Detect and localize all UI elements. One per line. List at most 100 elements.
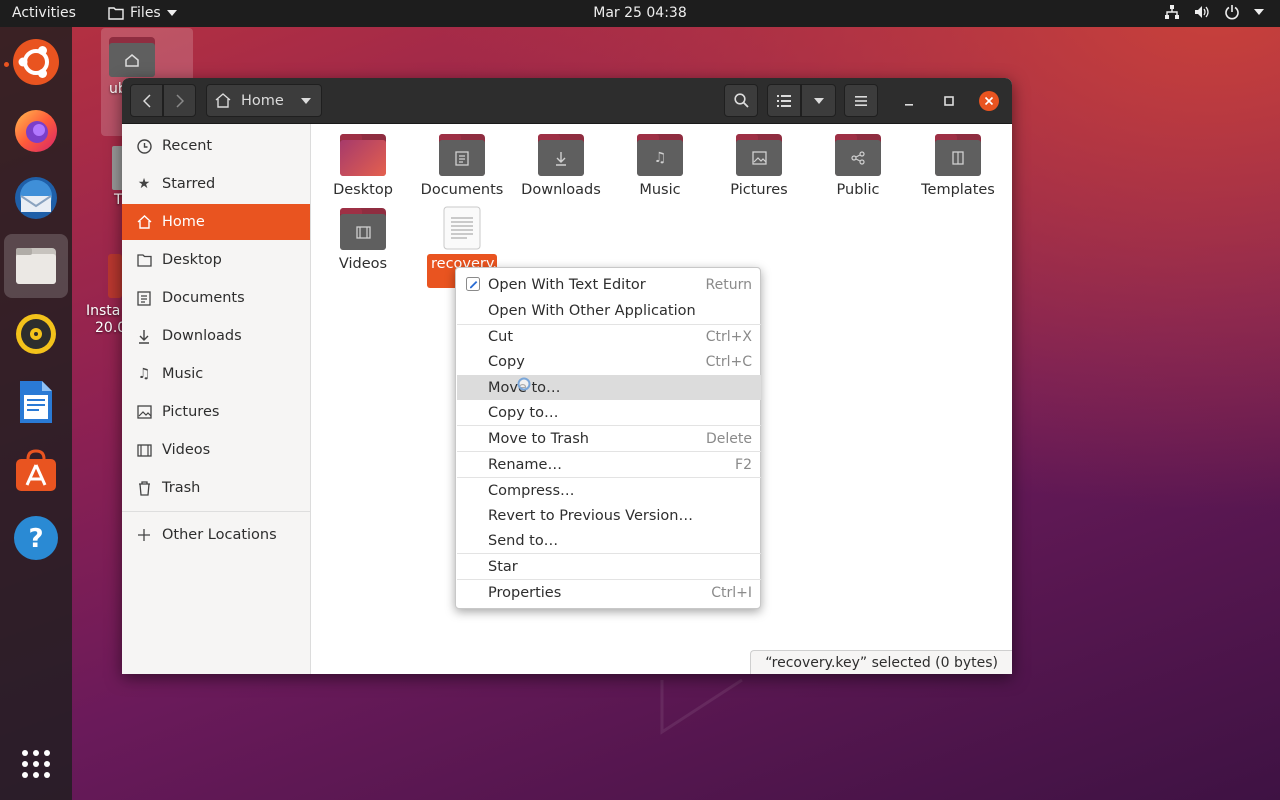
menu-item-copy-to[interactable]: Copy to… [457, 400, 761, 425]
menu-item-cut[interactable]: Cut Ctrl+X [457, 324, 761, 349]
menu-item-label: Star [488, 558, 518, 575]
back-button[interactable] [130, 84, 163, 117]
dock-show-applications[interactable] [4, 732, 68, 796]
view-list-button[interactable] [767, 84, 801, 117]
sidebar-item-home[interactable]: Home [122, 204, 310, 240]
thunderbird-icon [15, 177, 57, 219]
sidebar-item-downloads[interactable]: Downloads [122, 318, 310, 354]
volume-icon [1195, 6, 1209, 18]
wallpaper-decoration [660, 678, 743, 735]
firefox-icon [15, 110, 57, 152]
sidebar-item-pictures[interactable]: Pictures [122, 394, 310, 430]
maximize-button[interactable] [932, 84, 965, 117]
dock-ubuntu-software[interactable] [4, 438, 68, 502]
menu-item-open-with-other-application[interactable]: Open With Other Application [457, 298, 761, 323]
menu-item-label: Move to Trash [488, 430, 589, 447]
path-label: Home [241, 92, 284, 109]
chevron-down-icon [813, 97, 824, 104]
software-center-icon [16, 449, 56, 491]
file-item-videos[interactable]: Videos [315, 208, 411, 272]
chevron-right-icon [175, 93, 184, 108]
power-icon [1225, 5, 1239, 20]
sidebar-item-label: Desktop [162, 252, 222, 268]
file-name: Pictures [730, 182, 788, 198]
document-icon [136, 290, 152, 306]
forward-button[interactable] [163, 84, 196, 117]
sidebar-item-other-locations[interactable]: Other Locations [122, 517, 310, 553]
video-icon [136, 442, 152, 458]
header-bar: Home [122, 78, 1012, 124]
sidebar-item-documents[interactable]: Documents [122, 280, 310, 316]
help-icon: ? [14, 516, 58, 560]
minimize-icon [904, 103, 913, 106]
search-icon [733, 93, 749, 108]
menu-item-properties[interactable]: Properties Ctrl+I [457, 580, 761, 605]
sidebar-item-recent[interactable]: Recent [122, 128, 310, 164]
file-item-downloads[interactable]: Downloads [513, 134, 609, 198]
view-options-button[interactable] [801, 84, 836, 117]
text-file-icon [443, 206, 481, 250]
sidebar-item-label: Other Locations [162, 527, 277, 543]
menu-item-move-to[interactable]: Move to… [457, 375, 761, 400]
menu-item-copy[interactable]: Copy Ctrl+C [457, 349, 761, 374]
files-app-icon [108, 7, 124, 20]
sidebar-item-label: Recent [162, 138, 213, 154]
home-folder-icon [109, 37, 155, 77]
app-menu[interactable]: Files [108, 5, 177, 21]
dock-libreoffice-writer[interactable] [4, 370, 68, 434]
dock-rhythmbox[interactable] [4, 302, 68, 366]
close-button[interactable] [972, 84, 1005, 117]
main-menu-button[interactable] [844, 84, 878, 117]
sidebar-item-trash[interactable]: Trash [122, 470, 310, 506]
desktop-folder-icon [340, 134, 386, 176]
menu-item-accel: Return [705, 276, 752, 293]
menu-item-revert-to-previous-version[interactable]: Revert to Previous Version… [457, 503, 761, 528]
menu-item-compress[interactable]: Compress… [457, 478, 761, 503]
file-item-music[interactable]: ♫ Music [612, 134, 708, 198]
menu-item-accel: Ctrl+C [705, 353, 752, 370]
plus-icon [136, 527, 152, 543]
dock-thunderbird[interactable] [4, 166, 68, 230]
file-name: Documents [420, 182, 504, 198]
sidebar-item-label: Downloads [162, 328, 242, 344]
menu-item-send-to[interactable]: Send to… [457, 528, 761, 553]
dock-help[interactable]: ? [4, 506, 68, 570]
activities-button[interactable]: Activities [12, 5, 76, 21]
maximize-icon [943, 95, 954, 106]
sidebar-item-desktop[interactable]: Desktop [122, 242, 310, 278]
dock-firefox[interactable] [4, 98, 68, 162]
minimize-button[interactable] [892, 84, 925, 117]
clock[interactable]: Mar 25 04:38 [593, 5, 686, 21]
system-status-area[interactable] [1164, 4, 1264, 20]
sidebar-item-starred[interactable]: ★ Starred [122, 166, 310, 202]
search-button[interactable] [724, 84, 758, 117]
sidebar-item-label: Trash [162, 480, 201, 496]
music-icon: ♫ [137, 366, 151, 382]
status-bar: “recovery.key” selected (0 bytes) [750, 650, 1012, 674]
installer-icon [108, 254, 122, 298]
file-item-public[interactable]: Public [810, 134, 906, 198]
close-icon [978, 90, 999, 111]
desktop-installer[interactable]: Insta 20.0 [86, 254, 126, 338]
dock-files[interactable] [4, 234, 68, 298]
menu-item-label: Compress… [488, 482, 575, 499]
chevron-down-icon [301, 97, 311, 104]
menu-item-move-to-trash[interactable]: Move to Trash Delete [457, 426, 761, 451]
path-bar-home[interactable]: Home [206, 84, 322, 117]
top-bar: Activities Files Mar 25 04:38 [0, 0, 1280, 27]
menu-item-rename[interactable]: Rename… F2 [457, 452, 761, 477]
file-item-templates[interactable]: Templates [910, 134, 1006, 198]
sidebar-item-music[interactable]: ♫ Music [122, 356, 310, 392]
sidebar-item-videos[interactable]: Videos [122, 432, 310, 468]
menu-item-star[interactable]: Star [457, 554, 761, 579]
folder-icon [136, 252, 152, 268]
menu-item-open-with-text-editor[interactable]: Open With Text Editor Return [457, 272, 761, 297]
file-item-desktop[interactable]: Desktop [315, 134, 411, 198]
pictures-folder-icon [736, 134, 782, 176]
text-editor-icon [466, 277, 480, 291]
dock: ? [0, 27, 72, 800]
dock-ubuntu-software-updater[interactable] [4, 30, 68, 94]
file-item-documents[interactable]: Documents [414, 134, 510, 198]
menu-item-label: Send to… [488, 532, 559, 549]
file-item-pictures[interactable]: Pictures [711, 134, 807, 198]
